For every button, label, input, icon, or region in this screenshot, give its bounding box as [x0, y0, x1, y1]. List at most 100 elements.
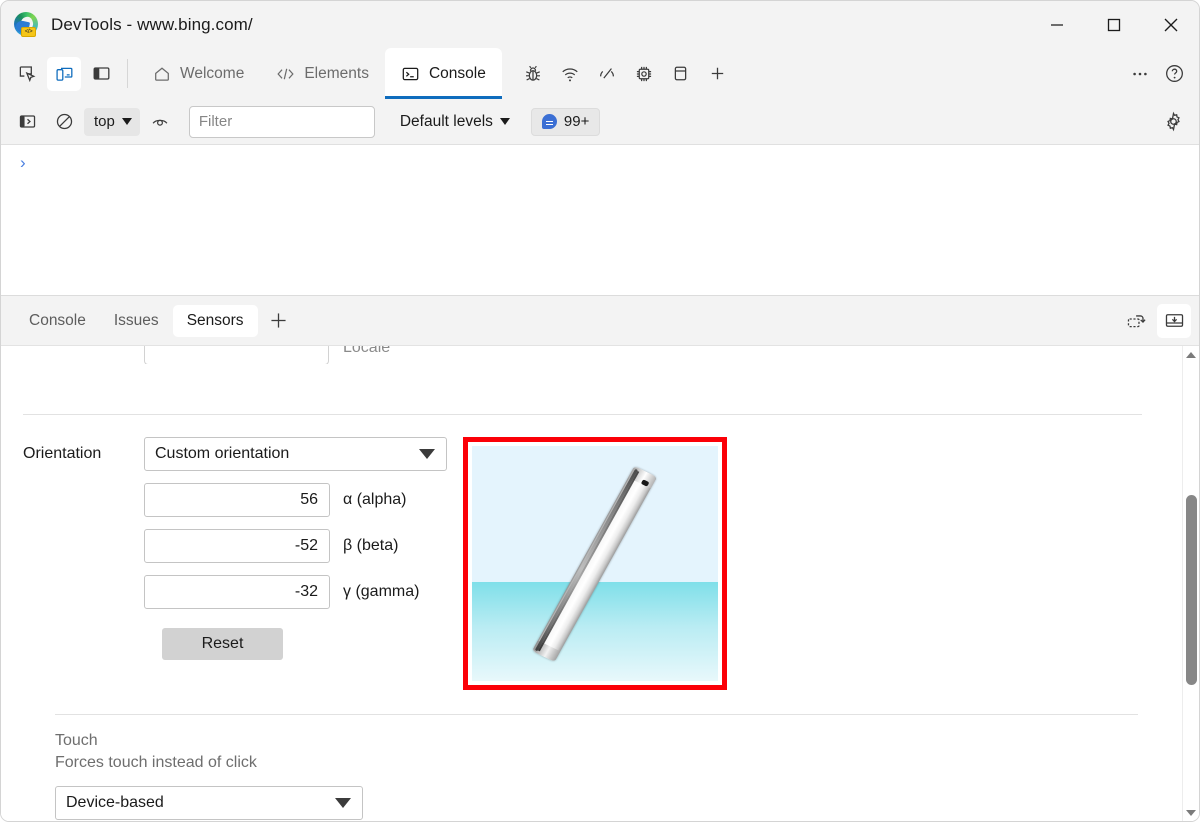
scroll-down-arrow-icon	[1186, 809, 1196, 816]
gamma-label: γ (gamma)	[343, 583, 420, 600]
inspect-element-button[interactable]	[10, 57, 44, 91]
devtools-badge-icon: </>	[21, 26, 36, 37]
scroll-up-arrow-icon	[1186, 351, 1196, 358]
tab-welcome-label: Welcome	[180, 64, 245, 82]
title-bar: </> DevTools - www.bing.com/	[1, 1, 1199, 48]
help-button[interactable]	[1157, 57, 1191, 91]
locale-input[interactable]	[144, 346, 329, 364]
chevron-down-icon	[419, 449, 435, 459]
tab-console[interactable]: Console	[384, 48, 502, 99]
console-sidebar-button[interactable]	[10, 105, 44, 139]
log-levels-selector[interactable]: Default levels	[394, 109, 516, 135]
gamma-input[interactable]	[144, 575, 330, 609]
screen-rotate-button[interactable]	[1119, 304, 1153, 338]
drawer-add-tab-button[interactable]	[264, 306, 294, 336]
chevron-down-icon	[121, 118, 132, 125]
sensors-scrollbar[interactable]	[1182, 346, 1199, 821]
clear-console-button[interactable]	[47, 105, 81, 139]
screen-rotate-icon	[1127, 315, 1146, 328]
console-sidebar-icon	[19, 115, 35, 128]
orientation-preview-stage[interactable]	[472, 446, 718, 681]
alpha-row: α (alpha)	[23, 483, 453, 517]
execution-context-value: top	[94, 113, 115, 130]
prompt-chevron-icon: ›	[20, 153, 26, 172]
ellipsis-icon	[1133, 72, 1147, 75]
issues-counter-button[interactable]: 99+	[530, 107, 601, 136]
eye-icon	[152, 119, 168, 126]
dock-side-icon	[93, 67, 109, 80]
reset-button[interactable]: Reset	[162, 628, 283, 660]
drawer-tab-console-label: Console	[29, 311, 86, 329]
dock-to-bottom-icon	[1165, 314, 1183, 327]
dock-to-bottom-button[interactable]	[1157, 303, 1191, 338]
scrollbar-thumb[interactable]	[1185, 495, 1197, 685]
application-button[interactable]	[664, 57, 698, 91]
chevron-down-icon	[499, 118, 510, 125]
preview-ground	[472, 582, 718, 681]
tabstrip-right-group	[1110, 48, 1199, 99]
tab-elements[interactable]: Elements	[260, 48, 385, 99]
tab-welcome[interactable]: Welcome	[137, 48, 260, 99]
reset-row: Reset	[23, 628, 453, 660]
sensors-scroll-content: Locale Orientation Custom orientation 56…	[1, 346, 1182, 821]
drawer-tab-issues-label: Issues	[113, 311, 159, 329]
scroll-up-button[interactable]	[1183, 346, 1200, 363]
beta-row: β (beta)	[23, 529, 453, 563]
issue-bubble-icon	[541, 114, 557, 129]
code-brackets-icon	[277, 68, 294, 79]
maximize-button[interactable]	[1085, 1, 1142, 48]
bug-icon	[525, 65, 540, 81]
plus-icon	[271, 313, 286, 328]
alpha-label: α (alpha)	[343, 491, 407, 508]
locale-label: Locale	[343, 346, 391, 356]
alpha-input[interactable]	[144, 483, 330, 517]
more-options-button[interactable]	[1123, 57, 1157, 91]
device-emulation-button[interactable]	[47, 56, 81, 91]
drawer: Console Issues Sensors Locale Orientatio…	[1, 295, 1199, 821]
plus-icon	[712, 67, 724, 80]
panel-tabs: Welcome Elements Console	[137, 48, 502, 99]
memory-button[interactable]	[627, 57, 661, 91]
filter-input[interactable]	[188, 105, 375, 138]
devtools-window: </> DevTools - www.bing.com/ Welcome Ele…	[0, 0, 1200, 822]
performance-button[interactable]	[590, 57, 624, 91]
orientation-select-value: Custom orientation	[155, 445, 290, 462]
orientation-select[interactable]: Custom orientation	[144, 437, 447, 471]
console-prompt-icon	[402, 67, 419, 80]
orientation-section: Orientation Custom orientation α (alpha)	[1, 415, 1182, 690]
execution-context-selector[interactable]: top	[84, 107, 140, 136]
drawer-tab-issues[interactable]: Issues	[100, 305, 173, 337]
touch-select[interactable]: Device-based	[55, 786, 363, 820]
live-expression-button[interactable]	[143, 105, 177, 139]
scrollbar-track[interactable]	[1183, 363, 1200, 804]
console-settings-button[interactable]	[1156, 105, 1190, 139]
touch-title: Touch	[55, 732, 98, 749]
touch-section: Touch Forces touch instead of click Devi…	[1, 715, 1182, 820]
beta-label: β (beta)	[343, 537, 399, 554]
gauge-icon	[599, 67, 614, 79]
beta-input[interactable]	[144, 529, 330, 563]
dock-side-button[interactable]	[84, 57, 118, 91]
drawer-tab-console[interactable]: Console	[15, 305, 100, 337]
console-prompt-row[interactable]: ›	[1, 154, 1199, 171]
window-title: DevTools - www.bing.com/	[51, 14, 253, 34]
home-icon	[155, 66, 169, 81]
orientation-controls: Orientation Custom orientation α (alpha)	[23, 437, 453, 690]
console-output[interactable]: ›	[1, 145, 1199, 295]
clear-console-icon	[56, 113, 72, 130]
database-icon	[675, 66, 687, 81]
scroll-down-button[interactable]	[1183, 804, 1200, 821]
minimize-button[interactable]	[1028, 1, 1085, 48]
sources-button[interactable]	[516, 57, 550, 91]
gamma-row: γ (gamma)	[23, 575, 453, 609]
edge-devtools-logo-icon: </>	[14, 11, 40, 38]
issues-count-label: 99+	[563, 113, 590, 130]
close-button[interactable]	[1142, 1, 1199, 48]
orientation-row: Orientation Custom orientation	[23, 437, 453, 471]
drawer-tab-sensors-label: Sensors	[186, 311, 244, 329]
more-tools-button[interactable]	[701, 57, 735, 91]
touch-select-value: Device-based	[66, 794, 164, 811]
drawer-tab-sensors[interactable]: Sensors	[172, 304, 258, 337]
touch-description: Forces touch instead of click	[55, 754, 257, 771]
network-button[interactable]	[553, 57, 587, 91]
